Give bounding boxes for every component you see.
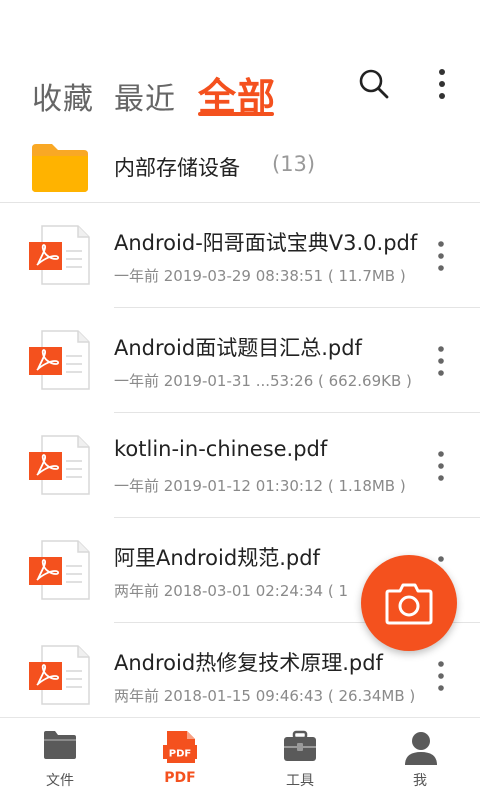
file-meta: 一年前 2019-01-31 ...53:26 ( 662.69KB ) bbox=[114, 372, 412, 390]
more-options-icon[interactable] bbox=[432, 344, 450, 378]
tab-favorites[interactable]: 收藏 bbox=[32, 74, 94, 118]
nav-label: 工具 bbox=[286, 773, 314, 789]
storage-label: 内部存储设备 bbox=[114, 156, 240, 180]
person-icon bbox=[405, 732, 437, 765]
file-meta: 一年前 2019-03-29 08:38:51 ( 11.7MB ) bbox=[114, 267, 406, 285]
camera-icon bbox=[385, 583, 433, 625]
storage-count: (13) bbox=[272, 152, 316, 176]
tab-recent[interactable]: 最近 bbox=[114, 74, 176, 118]
file-meta: 一年前 2019-01-12 01:30:12 ( 1.18MB ) bbox=[114, 477, 406, 495]
toolbox-icon bbox=[284, 730, 316, 761]
file-row[interactable]: kotlin-in-chinese.pdf 一年前 2019-01-12 01:… bbox=[0, 413, 480, 518]
bottom-nav: 文件 PDF PDF 工具 我 bbox=[0, 717, 480, 801]
nav-label: 文件 bbox=[46, 773, 74, 789]
svg-text:PDF: PDF bbox=[169, 749, 191, 760]
file-name: Android热修复技术原理.pdf bbox=[114, 651, 383, 675]
camera-button[interactable] bbox=[361, 555, 457, 651]
nav-label: PDF bbox=[164, 770, 196, 786]
file-name: Android面试题目汇总.pdf bbox=[114, 336, 362, 360]
nav-item-me[interactable]: 我 bbox=[360, 718, 480, 801]
nav-item-pdf[interactable]: PDF PDF bbox=[120, 718, 240, 801]
top-bar: 收藏 最近 全部 bbox=[0, 0, 480, 128]
pdf-file-icon bbox=[29, 645, 90, 705]
nav-item-tools[interactable]: 工具 bbox=[240, 718, 360, 801]
file-name: Android-阳哥面试宝典V3.0.pdf bbox=[114, 231, 418, 255]
pdf-file-icon bbox=[29, 435, 90, 495]
more-options-icon[interactable] bbox=[432, 659, 450, 693]
folder-icon bbox=[44, 731, 76, 759]
pdf-file-icon bbox=[29, 330, 90, 390]
storage-row[interactable]: 内部存储设备 (13) bbox=[0, 128, 480, 203]
file-row[interactable]: Android面试题目汇总.pdf 一年前 2019-01-31 ...53:2… bbox=[0, 308, 480, 413]
more-options-icon[interactable] bbox=[432, 239, 450, 273]
file-meta: 两年前 2018-01-15 09:46:43 ( 26.34MB ) bbox=[114, 687, 416, 705]
search-icon[interactable] bbox=[358, 68, 390, 100]
pdf-file-icon bbox=[29, 540, 90, 600]
folder-icon bbox=[32, 144, 88, 192]
pdf-icon: PDF bbox=[163, 731, 197, 763]
more-options-icon[interactable] bbox=[432, 66, 452, 102]
file-meta: 两年前 2018-03-01 02:24:34 ( 1 bbox=[114, 582, 349, 600]
file-name: 阿里Android规范.pdf bbox=[114, 546, 320, 570]
pdf-file-icon bbox=[29, 225, 90, 285]
nav-item-files[interactable]: 文件 bbox=[0, 718, 120, 801]
nav-label: 我 bbox=[413, 773, 427, 789]
file-name: kotlin-in-chinese.pdf bbox=[114, 437, 328, 461]
file-row[interactable]: Android-阳哥面试宝典V3.0.pdf 一年前 2019-03-29 08… bbox=[0, 203, 480, 308]
more-options-icon[interactable] bbox=[432, 449, 450, 483]
active-tab-indicator bbox=[198, 112, 274, 116]
